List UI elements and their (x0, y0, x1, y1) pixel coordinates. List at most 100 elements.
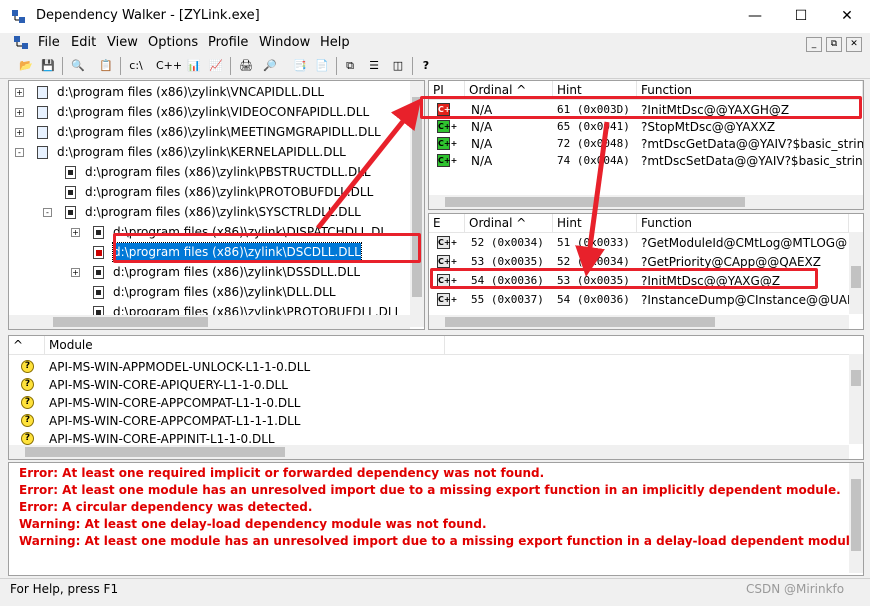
tree-item-filename: SYSCTRLDLL.DLL (258, 205, 361, 219)
module-row[interactable]: API-MS-WIN-CORE-APPCOMPAT-L1-1-0.DLL (49, 394, 301, 412)
module-tree-pane[interactable]: + d:\program files (x86)\zylink\ VNCAPIDL… (8, 80, 425, 330)
tree-item[interactable]: d:\program files (x86)\zylink\ DLL.DLL (113, 283, 336, 301)
module-icon (37, 126, 48, 139)
export-function[interactable]: ?GetModuleId@CMtLog@MTLOG@ (641, 234, 847, 252)
log-vertical-scrollbar[interactable] (849, 463, 863, 573)
col-status[interactable]: ^ (9, 336, 45, 354)
import-hint[interactable]: 72 (0x0048) (557, 135, 630, 153)
tree-expander[interactable]: + (71, 228, 80, 237)
tree-item[interactable]: d:\program files (x86)\zylink\ MEETINGMG… (57, 123, 381, 141)
exports-horizontal-scrollbar[interactable] (429, 315, 849, 329)
log-pane[interactable]: Error: At least one required implicit or… (8, 462, 864, 576)
module-row[interactable]: API-MS-WIN-CORE-APPCOMPAT-L1-1-1.DLL (49, 412, 301, 430)
tile-horizontal-icon[interactable]: ☰ (364, 57, 384, 75)
tree-horizontal-scrollbar[interactable] (9, 315, 410, 329)
scroll-thumb[interactable] (25, 447, 285, 457)
maximize-button[interactable]: ☐ (778, 0, 824, 33)
scroll-thumb[interactable] (851, 266, 861, 288)
module-row[interactable]: API-MS-WIN-CORE-APIQUERY-L1-1-0.DLL (49, 376, 288, 394)
minimize-button[interactable]: — (732, 0, 778, 33)
tile-vertical-icon[interactable]: ◫ (388, 57, 408, 75)
undecorate-cpp-icon[interactable]: C++ (156, 57, 182, 75)
print-icon[interactable]: 🖨 (236, 57, 256, 75)
tree-item-path: d:\program files (x86)\zylink\ (57, 125, 231, 139)
module-icon (93, 226, 104, 239)
tree-item-path: d:\program files (x86)\zylink\ (113, 265, 287, 279)
tree-item-filename: DSSDLL.DLL (286, 265, 361, 279)
open-icon[interactable]: 📂 (16, 57, 36, 75)
properties-icon[interactable]: 📄 (312, 57, 332, 75)
mdi-restore-button[interactable]: ⧉ (826, 37, 842, 52)
context-help-icon[interactable]: ? (416, 57, 436, 75)
col-hint[interactable]: Hint (553, 214, 637, 232)
col-e[interactable]: E (429, 214, 465, 232)
export-hint[interactable]: 54 (0x0036) (557, 291, 630, 309)
export-ordinal[interactable]: 55 (0x0037) (471, 291, 544, 309)
tree-item[interactable]: d:\program files (x86)\zylink\ PBSTRUCTD… (85, 163, 371, 181)
module-row[interactable]: API-MS-WIN-APPMODEL-UNLOCK-L1-1-0.DLL (49, 358, 310, 376)
tree-expander[interactable]: + (15, 108, 24, 117)
export-ordinal[interactable]: 52 (0x0034) (471, 234, 544, 252)
col-function[interactable]: Function (637, 214, 849, 232)
log-error-line: Error: A circular dependency was detecte… (19, 500, 313, 514)
child-window-icon[interactable] (14, 36, 30, 50)
exports-vertical-scrollbar[interactable] (849, 232, 863, 314)
modules-vertical-scrollbar[interactable] (849, 354, 863, 444)
graph-icon[interactable]: 📈 (206, 57, 226, 75)
scroll-thumb[interactable] (851, 479, 861, 551)
menu-options[interactable]: Options (148, 35, 198, 50)
import-function[interactable]: ?mtDscSetData@@YAIV?$basic_string (641, 152, 863, 170)
col-ordinal[interactable]: Ordinal ^ (465, 214, 553, 232)
col-module[interactable]: Module (45, 336, 445, 354)
menu-help[interactable]: Help (320, 35, 350, 50)
zoom-icon[interactable]: 🔎 (260, 57, 280, 75)
import-hint[interactable]: 65 (0x0041) (557, 118, 630, 136)
scroll-thumb[interactable] (53, 317, 208, 327)
tree-item[interactable]: d:\program files (x86)\zylink\ VNCAPIDLL… (57, 83, 324, 101)
copy-icon[interactable]: 📋 (96, 57, 116, 75)
tree-expander[interactable]: + (15, 88, 24, 97)
import-ordinal[interactable]: N/A (471, 118, 492, 136)
menu-window[interactable]: Window (259, 35, 310, 50)
scroll-thumb[interactable] (445, 317, 715, 327)
import-ordinal[interactable]: N/A (471, 135, 492, 153)
import-function[interactable]: ?StopMtDsc@@YAXXZ (641, 118, 775, 136)
mdi-close-button[interactable]: ✕ (846, 37, 862, 52)
find-icon[interactable]: 🔍 (68, 57, 88, 75)
cascade-icon[interactable]: ⧉ (340, 57, 360, 75)
chart-icon[interactable]: 📊 (184, 57, 204, 75)
export-function[interactable]: ?InstanceDump@CInstance@@UAE (641, 291, 855, 309)
missing-module-icon: ? (21, 414, 34, 427)
tree-expander[interactable]: + (15, 128, 24, 137)
module-list-pane[interactable]: ^ Module ? API-MS-WIN-APPMODEL-UNLOCK-L1-… (8, 335, 864, 460)
menu-file[interactable]: File (38, 35, 60, 50)
tree-item[interactable]: d:\program files (x86)\zylink\PROTOBUFDL… (85, 183, 373, 201)
import-function[interactable]: ?mtDscGetData@@YAIV?$basic_string (641, 135, 863, 153)
scroll-thumb[interactable] (851, 370, 861, 386)
import-hint[interactable]: 74 (0x004A) (557, 152, 630, 170)
menu-profile[interactable]: Profile (208, 35, 248, 50)
export-hint[interactable]: 51 (0x0033) (557, 234, 630, 252)
tree-item[interactable]: d:\program files (x86)\zylink\ DSSDLL.DL… (113, 263, 360, 281)
import-ordinal[interactable]: N/A (471, 152, 492, 170)
window-title: Dependency Walker - [ZYLink.exe] (36, 8, 260, 23)
modules-horizontal-scrollbar[interactable] (9, 445, 849, 459)
menu-edit[interactable]: Edit (71, 35, 96, 50)
tree-item[interactable]: d:\program files (x86)\zylink\ KERNELAPI… (57, 143, 346, 161)
tree-item[interactable]: d:\program files (x86)\zylink\ VIDEOCONF… (57, 103, 369, 121)
scroll-thumb[interactable] (445, 197, 745, 207)
full-paths-icon[interactable]: c:\ (126, 57, 146, 75)
save-icon[interactable]: 💾 (38, 57, 58, 75)
missing-module-icon: ? (21, 396, 34, 409)
tree-item[interactable]: d:\program files (x86)\zylink\ SYSCTRLDL… (85, 203, 361, 221)
mdi-minimize-button[interactable]: _ (806, 37, 822, 52)
imports-horizontal-scrollbar[interactable] (429, 195, 863, 209)
module-icon[interactable]: 📑 (290, 57, 310, 75)
close-button[interactable]: ✕ (824, 0, 870, 33)
scroll-thumb[interactable] (412, 97, 422, 297)
tree-expander[interactable]: - (43, 208, 52, 217)
app-icon (12, 10, 26, 24)
tree-expander[interactable]: + (71, 268, 80, 277)
tree-expander[interactable]: - (15, 148, 24, 157)
menu-view[interactable]: View (107, 35, 138, 50)
